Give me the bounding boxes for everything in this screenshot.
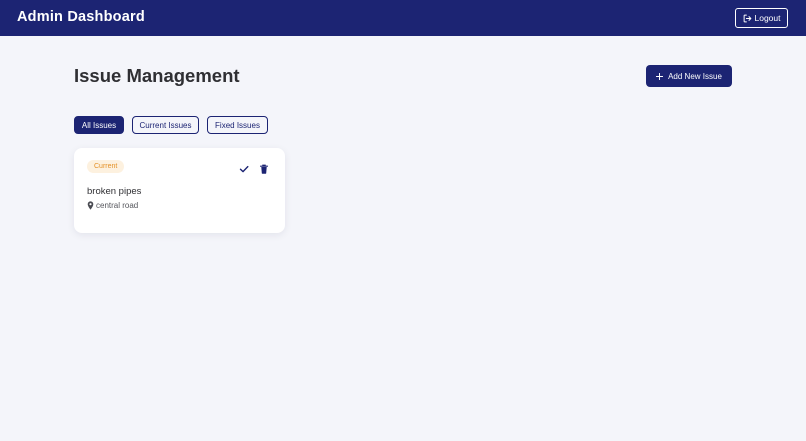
- add-new-issue-button[interactable]: Add New Issue: [646, 65, 732, 87]
- check-icon[interactable]: [239, 164, 249, 174]
- plus-icon: [656, 72, 664, 80]
- issue-card: Current broken pipes central road: [74, 148, 285, 233]
- map-pin-icon: [87, 201, 94, 210]
- issue-location-label: central road: [96, 201, 139, 210]
- issue-title: broken pipes: [87, 186, 142, 197]
- status-badge: Current: [87, 160, 125, 173]
- filter-current-issues-button[interactable]: Current Issues: [132, 116, 199, 134]
- page-title: Issue Management: [74, 65, 240, 86]
- issue-location: central road: [87, 201, 138, 210]
- add-new-issue-label: Add New Issue: [668, 71, 722, 81]
- trash-icon[interactable]: [259, 164, 269, 174]
- app-title: Admin Dashboard: [17, 9, 145, 25]
- logout-label: Logout: [754, 13, 781, 23]
- sign-out-icon: [743, 14, 751, 22]
- filter-all-issues-button[interactable]: All Issues: [74, 116, 124, 134]
- top-navbar: Admin Dashboard Logout: [0, 0, 806, 36]
- filter-fixed-issues-button[interactable]: Fixed Issues: [207, 116, 268, 134]
- logout-button[interactable]: Logout: [735, 8, 788, 28]
